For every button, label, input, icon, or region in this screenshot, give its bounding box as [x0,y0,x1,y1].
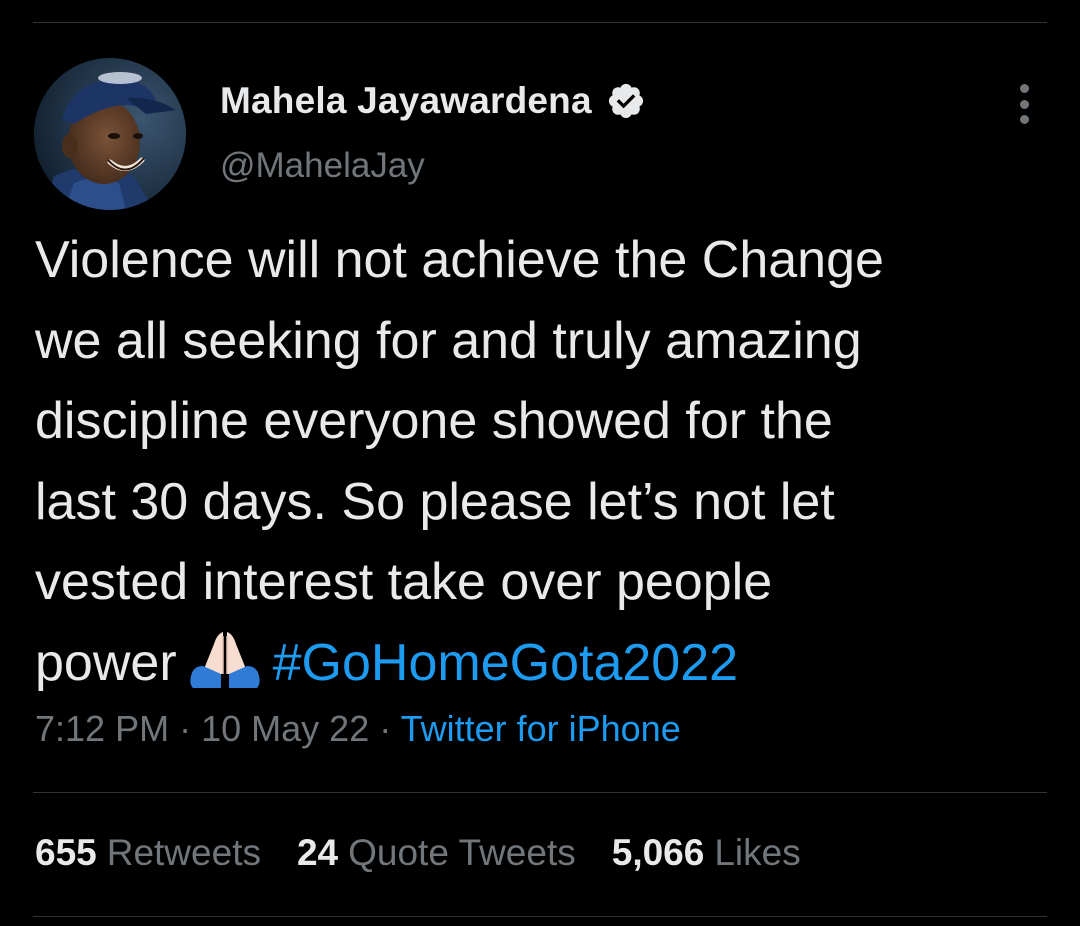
tweet-line: vested interest take over people [35,553,773,611]
stat-count: 5,066 [611,832,705,873]
tweet-time[interactable]: 7:12 PM [35,708,169,749]
tweet-line: discipline everyone showed for the [35,392,833,450]
stat-label: Retweets [106,832,261,873]
meta-separator: · [179,708,192,749]
author-display-name[interactable]: Mahela Jayawardena [220,80,592,122]
tweet-line: Violence will not achieve the Change [35,231,884,289]
stats-divider [33,916,1047,917]
stat-count: 24 [296,832,339,873]
tweet-meta: 7:12 PM · 10 May 22 · Twitter for iPhone [35,708,681,750]
avatar[interactable] [34,58,186,210]
stat-label: Likes [714,832,801,873]
author-name-row: Mahela Jayawardena [220,80,646,122]
tweet-stats: 655 Retweets 24 Quote Tweets 5,066 Likes [35,832,801,874]
more-options-button[interactable] [1008,84,1040,124]
stat-label: Quote Tweets [348,832,576,873]
top-divider [33,22,1047,23]
retweets-stat[interactable]: 655 Retweets [35,832,261,874]
more-dot-icon [1019,84,1029,93]
tweet-line: we all seeking for and truly amazing [35,311,862,370]
folded-hands-emoji-icon: 🙏🏻 [189,631,260,688]
tweet-word: power [35,633,177,692]
hashtag-link[interactable]: #GoHomeGota2022 [273,634,738,692]
author-handle[interactable]: @MahelaJay [220,146,425,186]
likes-stat[interactable]: 5,066 Likes [612,832,801,874]
quote-tweets-stat[interactable]: 24 Quote Tweets [297,832,576,874]
more-dot-icon [1019,115,1029,124]
tweet-source-link[interactable]: Twitter for iPhone [401,708,681,749]
tweet-text: Violence will not achieve the Change we … [35,220,1045,703]
tweet-line: last 30 days. So please let’s not let [35,472,835,531]
stat-count: 655 [35,832,97,873]
more-dot-icon [1019,99,1029,109]
meta-separator: · [379,708,392,749]
profile-photo-icon [34,58,186,210]
tweet-date[interactable]: 10 May 22 [201,708,369,749]
meta-divider [33,792,1047,793]
tweet-line-last: power 🙏🏻 #GoHomeGota2022 [35,623,1045,704]
verified-badge-icon [608,83,643,119]
